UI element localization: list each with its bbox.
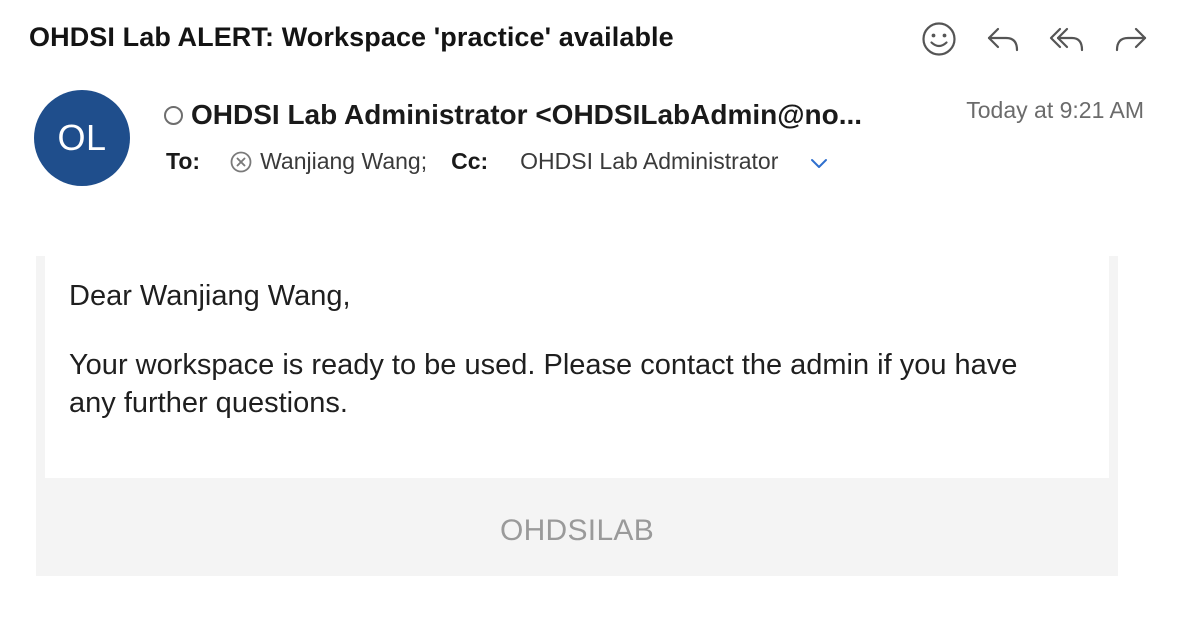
message-subject: OHDSI Lab ALERT: Workspace 'practice' av… [29,22,674,52]
recipients-line: To: Wanjiang Wang; Cc: OHDSI Lab Adminis… [166,148,830,175]
sender-line: OHDSI Lab Administrator <OHDSILabAdmin@n… [164,99,862,131]
forward-button[interactable] [1110,18,1152,60]
presence-status-icon [164,105,183,125]
message-body-frame: Dear Wanjiang Wang, Your workspace is re… [36,256,1118,576]
message-text: Your workspace is ready to be used. Plea… [69,349,1018,419]
message-greeting: Dear Wanjiang Wang, [69,280,351,312]
message-card: Dear Wanjiang Wang, Your workspace is re… [45,256,1109,478]
received-time: Today at 9:21 AM [966,97,1144,123]
reply-icon [987,27,1019,52]
message-toolbar [918,18,1152,60]
to-recipient[interactable]: Wanjiang Wang; [260,148,427,175]
reply-all-button[interactable] [1046,18,1088,60]
sender-name[interactable]: OHDSI Lab Administrator <OHDSILabAdmin@n… [191,99,862,131]
chevron-down-icon[interactable] [808,153,830,175]
remove-recipient-icon[interactable] [230,151,252,173]
cc-recipient[interactable]: OHDSI Lab Administrator [520,148,778,175]
forward-icon [1115,27,1147,52]
cc-label: Cc: [451,148,489,174]
add-reaction-button[interactable] [918,18,960,60]
to-label: To: [166,148,201,174]
footer-brand: OHDSILAB [499,514,655,547]
reply-button[interactable] [982,18,1024,60]
sender-avatar[interactable]: OL [34,90,130,186]
reply-all-icon [1049,27,1084,52]
smiley-icon [922,22,956,56]
